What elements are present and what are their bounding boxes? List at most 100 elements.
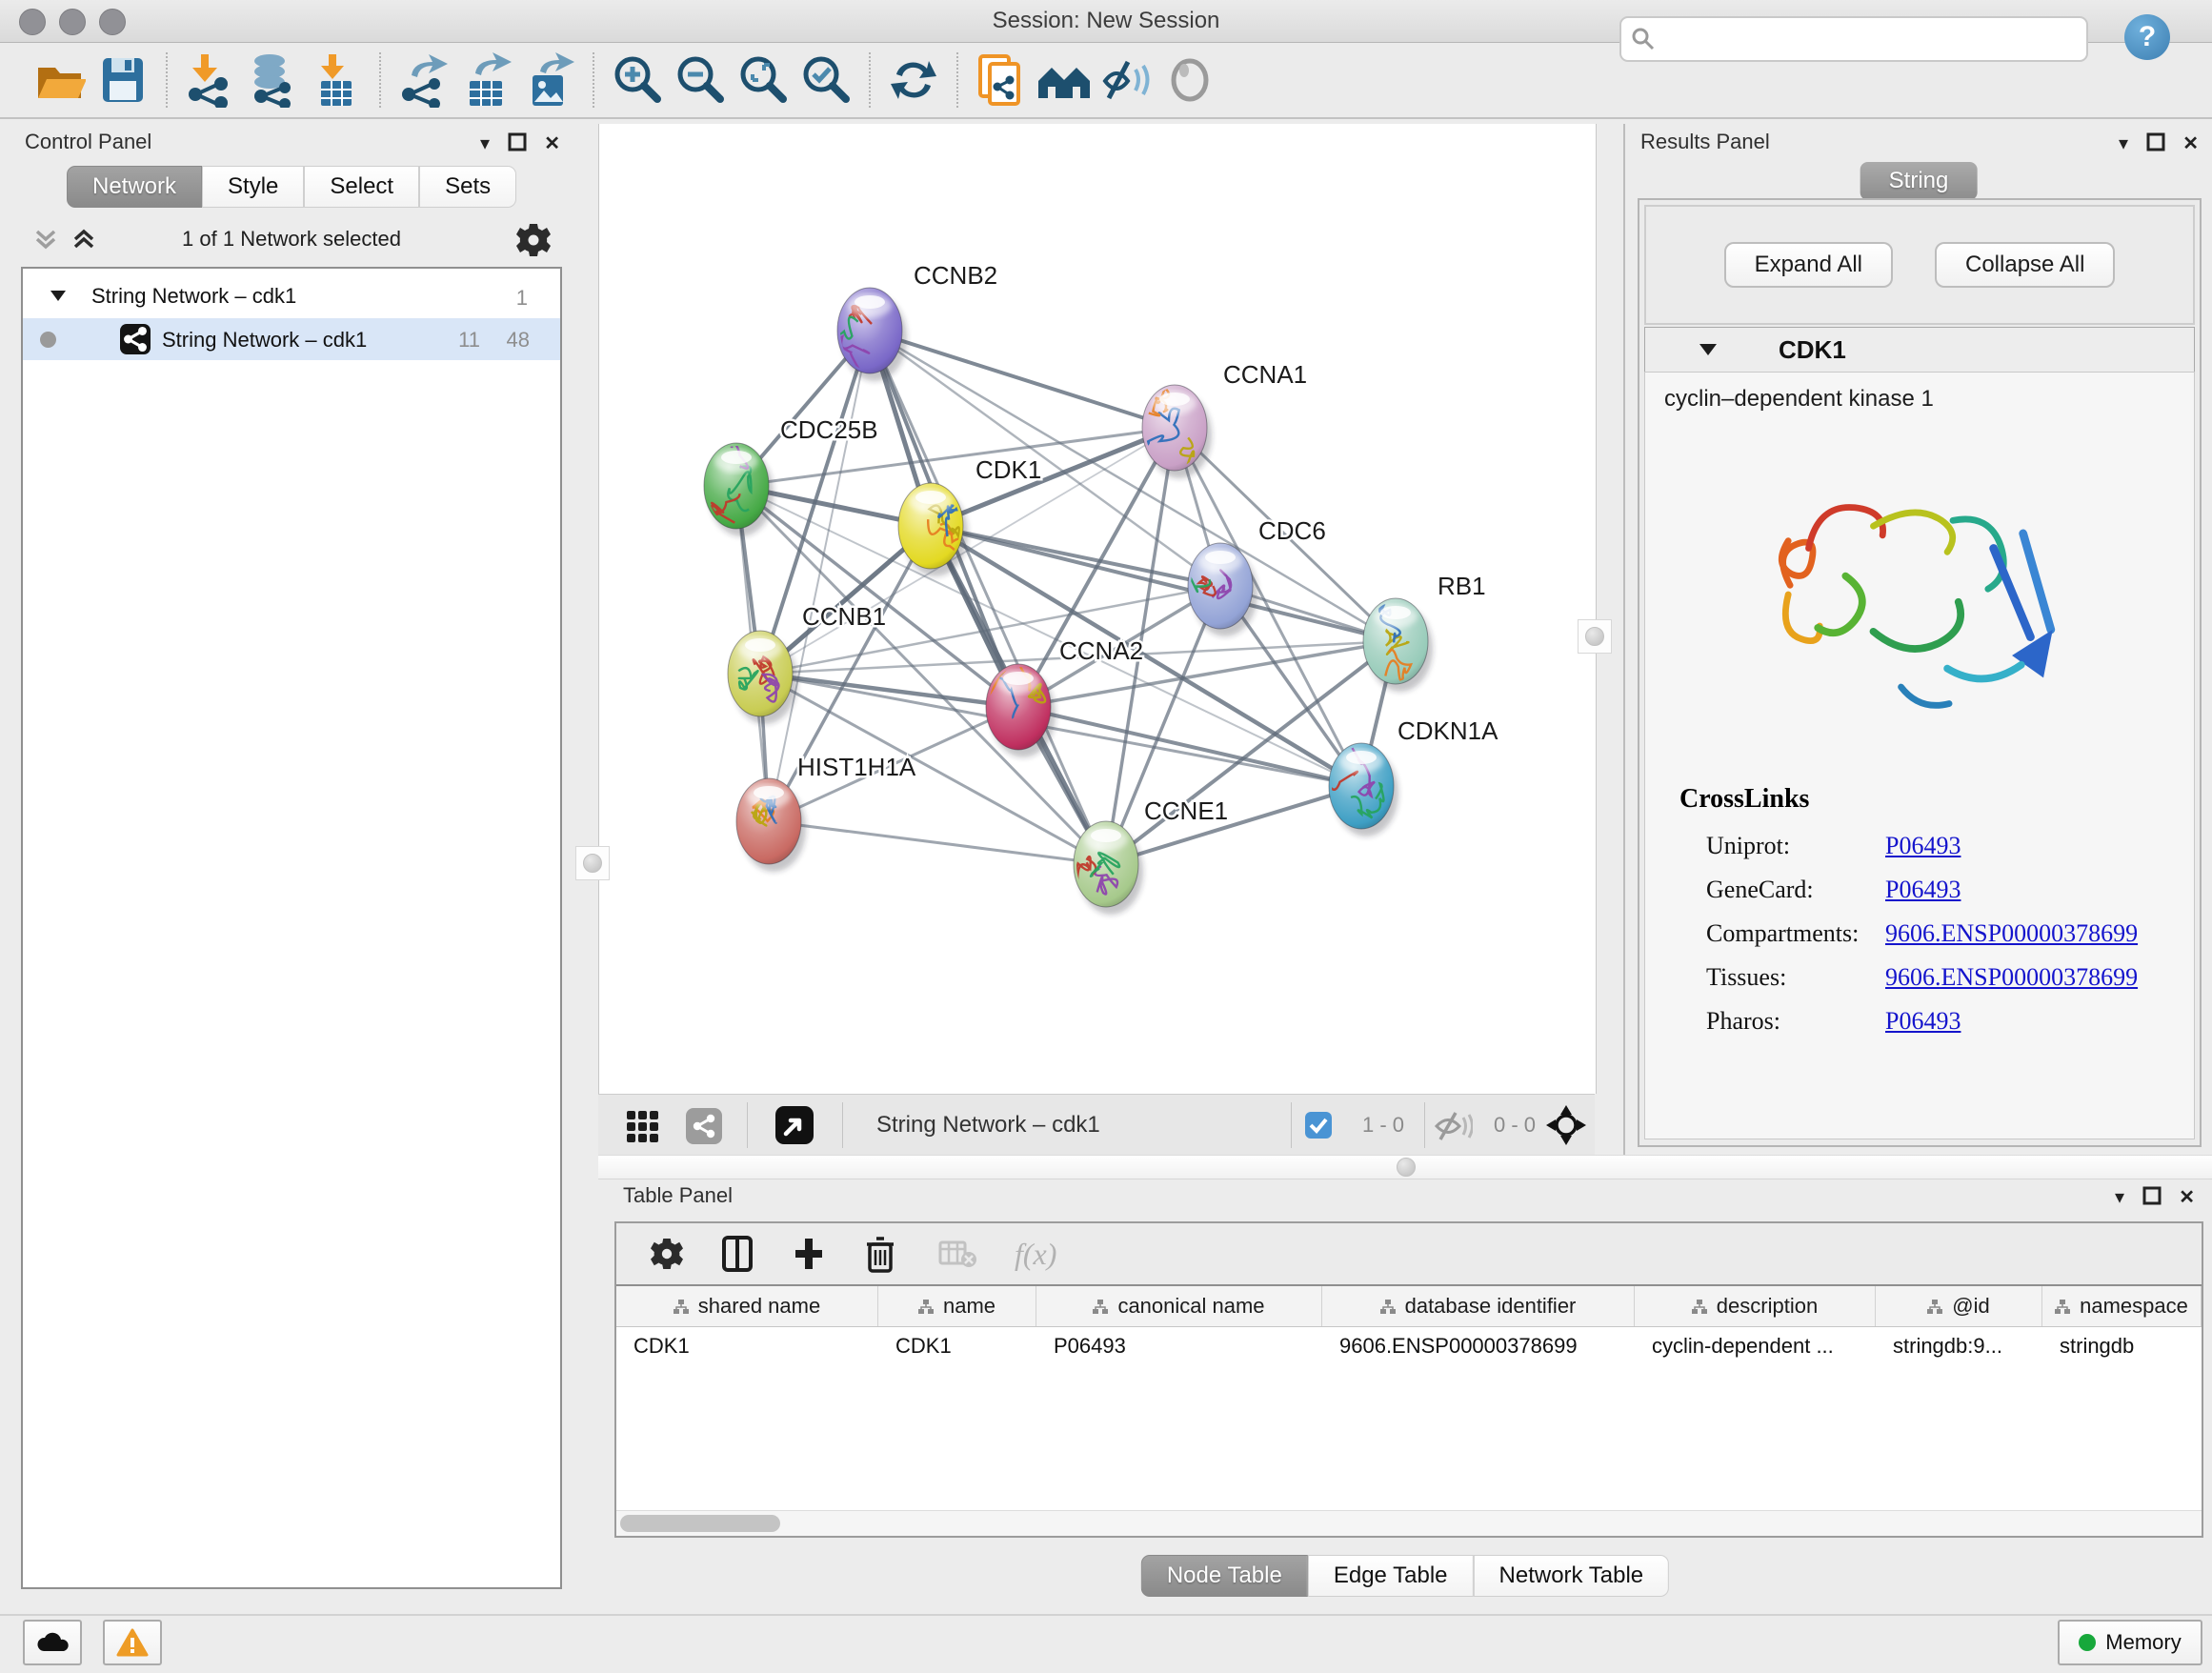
zoom-selected-button[interactable] bbox=[794, 51, 857, 109]
zoom-fit-button[interactable] bbox=[732, 51, 794, 109]
birds-eye-view-icon[interactable] bbox=[775, 1106, 814, 1144]
right-splitter-handle[interactable] bbox=[1578, 619, 1612, 654]
export-image-button[interactable] bbox=[518, 51, 581, 109]
panel-close-icon[interactable]: ✕ bbox=[2182, 131, 2199, 155]
tab-network[interactable]: Network bbox=[67, 166, 202, 208]
crosslink-link[interactable]: 9606.ENSP00000378699 bbox=[1885, 919, 2138, 948]
panel-float-icon[interactable] bbox=[2145, 131, 2166, 152]
export-to-string-button[interactable] bbox=[970, 51, 1033, 109]
edge-CCNA2-CDKN1A[interactable] bbox=[1018, 707, 1361, 786]
table-cell[interactable]: P06493 bbox=[1036, 1327, 1322, 1365]
window-zoom-button[interactable] bbox=[99, 9, 126, 35]
protein-structure-image bbox=[1729, 437, 2110, 752]
show-columns-icon[interactable] bbox=[721, 1235, 754, 1273]
edge-CCNA1-CDK1[interactable] bbox=[931, 428, 1175, 526]
delete-column-icon[interactable] bbox=[864, 1235, 896, 1273]
protein-section-header[interactable]: CDK1 bbox=[1644, 327, 2195, 373]
left-splitter-handle[interactable] bbox=[575, 846, 610, 880]
presentation-orb-button[interactable] bbox=[1158, 51, 1221, 109]
export-network-button[interactable] bbox=[392, 51, 455, 109]
crosslink-row: GeneCard:P06493 bbox=[1706, 868, 2194, 912]
network-collection-row[interactable]: String Network – cdk1 1 bbox=[23, 276, 560, 318]
tab-select[interactable]: Select bbox=[304, 166, 419, 208]
help-button[interactable]: ? bbox=[2124, 14, 2170, 60]
zoom-in-button[interactable] bbox=[606, 51, 669, 109]
table-cell[interactable]: stringdb:9... bbox=[1876, 1327, 2042, 1365]
crosslink-link[interactable]: 9606.ENSP00000378699 bbox=[1885, 963, 2138, 992]
save-session-button[interactable] bbox=[91, 51, 154, 109]
edge-CCNB2-RB1[interactable] bbox=[870, 331, 1396, 641]
memory-button[interactable]: Memory bbox=[2058, 1620, 2202, 1665]
network-view-icon[interactable] bbox=[686, 1108, 722, 1144]
tab-node-table[interactable]: Node Table bbox=[1141, 1555, 1308, 1597]
table-options-gear-icon[interactable] bbox=[651, 1238, 683, 1270]
column-header[interactable]: namespace bbox=[2042, 1286, 2202, 1326]
apply-layout-button[interactable] bbox=[882, 51, 945, 109]
panel-close-icon[interactable]: ✕ bbox=[2179, 1185, 2195, 1209]
collapse-all-button[interactable]: Collapse All bbox=[1935, 242, 2115, 288]
import-network-icon bbox=[185, 52, 236, 108]
network-canvas[interactable]: CCNB2CCNA1CDC25BCDK1CDC6RB1CCNB1CCNA2CDK… bbox=[598, 124, 1597, 1094]
warnings-button[interactable] bbox=[103, 1620, 162, 1665]
column-header[interactable]: @id bbox=[1876, 1286, 2042, 1326]
collection-expand-icon[interactable] bbox=[50, 288, 67, 303]
open-session-button[interactable] bbox=[29, 51, 91, 109]
table-cell[interactable]: CDK1 bbox=[878, 1327, 1036, 1365]
tab-style[interactable]: Style bbox=[202, 166, 304, 208]
expand-all-button[interactable]: Expand All bbox=[1724, 242, 1893, 288]
cloud-status-button[interactable] bbox=[23, 1620, 82, 1665]
window-minimize-button[interactable] bbox=[59, 9, 86, 35]
network-options-gear-icon[interactable] bbox=[516, 223, 551, 257]
horizontal-splitter[interactable] bbox=[598, 1155, 2212, 1179]
network-current-dot-icon bbox=[40, 332, 56, 348]
panel-menu-icon[interactable]: ▾ bbox=[2119, 131, 2128, 155]
string-home-button[interactable] bbox=[1033, 51, 1096, 109]
panel-close-icon[interactable]: ✕ bbox=[544, 131, 560, 155]
panel-menu-icon[interactable]: ▾ bbox=[2115, 1185, 2124, 1209]
panel-menu-icon[interactable]: ▾ bbox=[480, 131, 490, 155]
edge-CCNB2-HIST1H1A[interactable] bbox=[769, 331, 870, 821]
import-network-database-button[interactable] bbox=[242, 51, 305, 109]
crosslink-link[interactable]: P06493 bbox=[1885, 832, 1961, 860]
edge-HIST1H1A-CCNE1[interactable] bbox=[769, 821, 1106, 864]
section-collapse-icon[interactable] bbox=[1699, 341, 1718, 358]
column-header[interactable]: canonical name bbox=[1036, 1286, 1322, 1326]
tab-string[interactable]: String bbox=[1860, 162, 1978, 200]
zoom-out-button[interactable] bbox=[669, 51, 732, 109]
table-cell[interactable]: CDK1 bbox=[616, 1327, 878, 1365]
column-header[interactable]: name bbox=[878, 1286, 1036, 1326]
tab-edge-table[interactable]: Edge Table bbox=[1308, 1555, 1474, 1597]
network-row-selected[interactable]: String Network – cdk1 11 48 bbox=[23, 318, 560, 360]
scrollbar-thumb[interactable] bbox=[620, 1515, 780, 1532]
edge-CCNB2-CCNE1[interactable] bbox=[870, 331, 1106, 864]
crosslink-link[interactable]: P06493 bbox=[1885, 876, 1961, 904]
window-close-button[interactable] bbox=[19, 9, 46, 35]
panel-float-icon[interactable] bbox=[2142, 1185, 2162, 1206]
grid-view-icon[interactable] bbox=[625, 1109, 659, 1143]
add-column-icon[interactable] bbox=[792, 1235, 826, 1273]
table-horizontal-scrollbar[interactable] bbox=[616, 1510, 2202, 1536]
splitter-knob[interactable] bbox=[1397, 1158, 1416, 1177]
node-gloss bbox=[1003, 672, 1034, 685]
column-header[interactable]: description bbox=[1635, 1286, 1876, 1326]
crosslink-link[interactable]: P06493 bbox=[1885, 1007, 1961, 1036]
table-cell[interactable]: 9606.ENSP00000378699 bbox=[1322, 1327, 1635, 1365]
table-cell[interactable]: stringdb bbox=[2042, 1327, 2202, 1365]
import-network-file-button[interactable] bbox=[179, 51, 242, 109]
column-header[interactable]: database identifier bbox=[1322, 1286, 1635, 1326]
fit-selected-crosshair-icon[interactable] bbox=[1545, 1104, 1587, 1146]
export-table-button[interactable] bbox=[455, 51, 518, 109]
tab-sets[interactable]: Sets bbox=[419, 166, 516, 208]
edge-CCNB2-CCNA1[interactable] bbox=[870, 331, 1175, 428]
panel-float-icon[interactable] bbox=[507, 131, 528, 152]
table-cell[interactable]: cyclin-dependent ... bbox=[1635, 1327, 1876, 1365]
column-header[interactable]: shared name bbox=[616, 1286, 878, 1326]
search-field[interactable] bbox=[1619, 16, 2088, 62]
tab-network-table[interactable]: Network Table bbox=[1474, 1555, 1670, 1597]
search-input[interactable] bbox=[1665, 21, 2086, 57]
network-graph[interactable]: CCNB2CCNA1CDC25BCDK1CDC6RB1CCNB1CCNA2CDK… bbox=[599, 124, 1594, 1092]
selected-nodes-checkbox[interactable] bbox=[1305, 1112, 1332, 1139]
table-row[interactable]: CDK1CDK1P064939606.ENSP00000378699cyclin… bbox=[616, 1327, 2202, 1365]
import-table-file-button[interactable] bbox=[305, 51, 368, 109]
hide-labels-button[interactable] bbox=[1096, 51, 1158, 109]
